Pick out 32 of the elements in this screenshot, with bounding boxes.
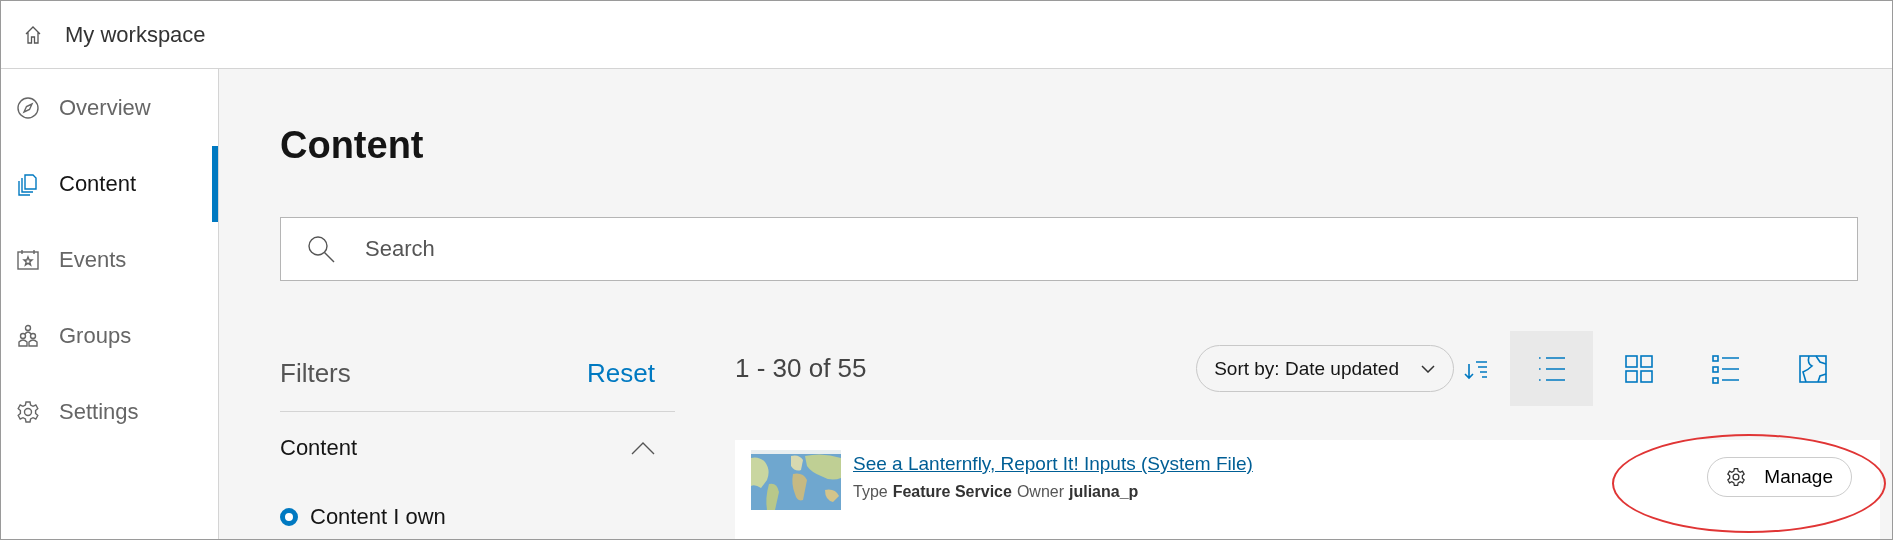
sort-dropdown[interactable]: Sort by: Date updated <box>1196 345 1454 392</box>
search-field[interactable]: Search <box>280 217 1858 281</box>
owner-name: juliana_p <box>1069 483 1139 501</box>
filter-section-header[interactable]: Content <box>280 412 675 484</box>
reset-link[interactable]: Reset <box>587 358 655 389</box>
gear-icon <box>1726 467 1747 487</box>
radio-option[interactable]: Content I own <box>280 504 675 530</box>
item-title-link[interactable]: See a Lanternfly, Report It! Inputs (System File) <box>853 453 1253 475</box>
gear-icon <box>16 400 40 424</box>
sidebar-item[interactable]: Settings <box>1 374 218 450</box>
manage-button[interactable]: Manage <box>1707 457 1852 497</box>
workspace-title: My workspace <box>65 21 206 48</box>
map-icon <box>1797 353 1828 384</box>
filters-heading: Filters <box>280 358 351 389</box>
grid-icon <box>1623 353 1654 384</box>
sidebar-item[interactable]: Groups <box>1 298 218 374</box>
calendar-icon <box>16 248 40 272</box>
pages-icon <box>16 172 40 196</box>
people-icon <box>16 324 40 348</box>
type-label: Type <box>853 483 888 501</box>
page-title: Content <box>280 126 425 164</box>
list-view-button[interactable] <box>1510 331 1593 406</box>
owner-label: Owner <box>1016 483 1064 501</box>
compass-icon <box>16 96 40 120</box>
result-count: 1 - 30 of 55 <box>735 353 867 384</box>
sidebar-item[interactable]: Events <box>1 222 218 298</box>
item-type: Feature Service <box>892 483 1012 501</box>
checklist-icon <box>1710 353 1741 384</box>
caret-icon <box>1421 364 1435 373</box>
radio-button[interactable] <box>280 508 298 526</box>
sidebar-item[interactable]: Overview <box>1 70 218 146</box>
home-icon[interactable] <box>23 24 43 45</box>
